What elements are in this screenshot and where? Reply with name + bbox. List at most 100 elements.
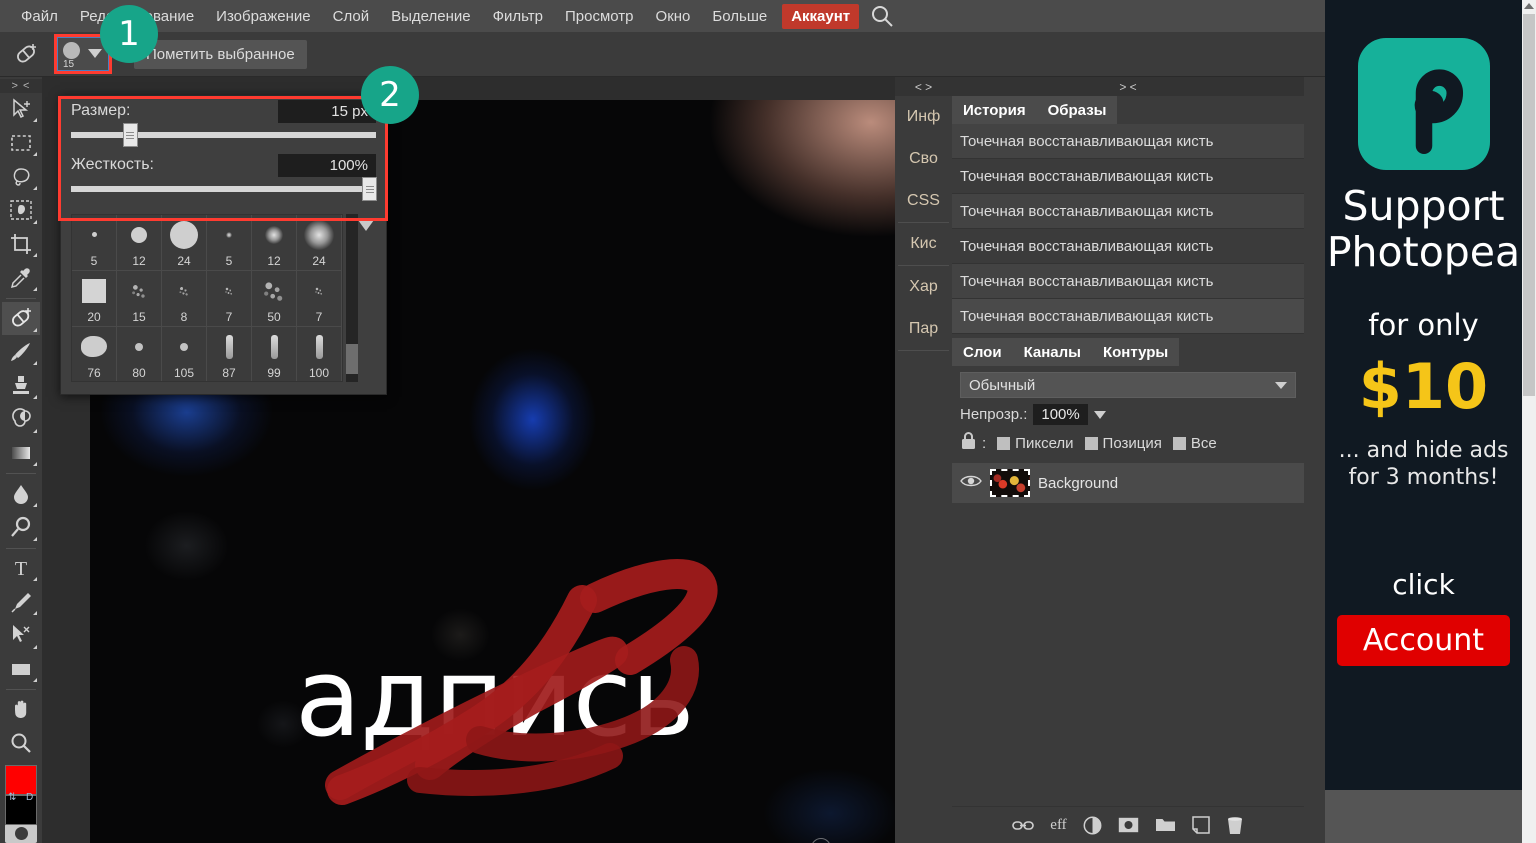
crop-tool[interactable] (2, 228, 40, 261)
new-group-icon[interactable] (1155, 817, 1176, 833)
default-colors-icon[interactable]: D (26, 792, 33, 803)
brush-preset-cell[interactable]: 50 (252, 271, 297, 327)
side-tab-css[interactable]: CSS (895, 180, 952, 222)
path-select-tool[interactable] (2, 619, 40, 652)
tab-patterns[interactable]: Образы (1036, 96, 1118, 124)
side-tab-info[interactable]: Инф (895, 96, 952, 138)
tab-channels[interactable]: Каналы (1012, 338, 1092, 366)
clone-stamp-tool[interactable] (2, 369, 40, 402)
history-item[interactable]: Точечная восстанавливающая кисть (952, 124, 1304, 159)
chevron-down-icon[interactable] (1275, 381, 1287, 389)
ad-panel[interactable]: Support Photopea for only $10 ... and hi… (1325, 0, 1522, 790)
page-scrollbar[interactable] (1522, 0, 1536, 843)
shape-tool[interactable] (2, 653, 40, 686)
side-dock-collapse[interactable]: < > (895, 77, 952, 96)
blur-tool[interactable] (2, 477, 40, 510)
menu-layer[interactable]: Слой (322, 4, 380, 29)
brush-preset-cell[interactable]: 105 (162, 327, 207, 381)
brush-preset-cell[interactable]: 99 (252, 327, 297, 381)
brush-popup-menu-icon[interactable] (358, 220, 374, 231)
tab-layers[interactable]: Слои (952, 338, 1013, 366)
opacity-value[interactable]: 100% (1033, 404, 1088, 425)
history-item[interactable]: Точечная восстанавливающая кисть (952, 229, 1304, 264)
quick-mask-icon[interactable] (5, 823, 37, 843)
history-item[interactable]: Точечная восстанавливающая кисть (952, 264, 1304, 299)
search-icon[interactable] (869, 3, 895, 29)
layer-mask-icon[interactable] (1118, 817, 1139, 833)
gradient-tool[interactable] (2, 437, 40, 470)
chevron-down-icon[interactable] (88, 49, 102, 58)
side-tab-character[interactable]: Хар (895, 266, 952, 308)
brush-preset-cell[interactable]: 7 (297, 271, 342, 327)
eraser-tool[interactable] (2, 403, 40, 436)
toolbar-collapse-handle[interactable]: > < (0, 79, 42, 93)
brush-presets-grid[interactable]: 5 12 24 5 12 24 20 15 8 7 50 7 76 80 105 87 99 100 (72, 215, 342, 381)
brush-size-slider-thumb[interactable] (122, 123, 138, 147)
rectangular-marquee-tool[interactable] (2, 126, 40, 159)
lasso-tool[interactable] (2, 160, 40, 193)
brush-preset-cell[interactable]: 80 (117, 327, 162, 381)
tab-paths[interactable]: Контуры (1091, 338, 1180, 366)
brush-preset-cell[interactable]: 24 (297, 215, 342, 271)
move-tool[interactable] (2, 93, 40, 126)
zoom-tool[interactable] (2, 727, 40, 760)
dodge-tool[interactable] (2, 511, 40, 544)
brush-preset-cell[interactable]: 8 (162, 271, 207, 327)
lock-all-checkbox[interactable]: Все (1172, 435, 1217, 452)
layer-thumbnail[interactable] (990, 469, 1030, 497)
object-select-tool[interactable] (2, 194, 40, 227)
brush-settings-popup[interactable]: Размер: 15 px Жесткость: 100% 5 12 24 5 12 24… (60, 95, 387, 395)
side-tab-brushes[interactable]: Кис (895, 223, 952, 265)
history-item[interactable]: Точечная восстанавливающая кисть (952, 299, 1304, 334)
ad-account-button[interactable]: Account (1336, 614, 1511, 666)
chevron-down-icon[interactable] (1093, 410, 1106, 419)
new-layer-icon[interactable] (1191, 816, 1210, 834)
brush-size-slider[interactable] (71, 123, 376, 147)
brush-hardness-slider-thumb[interactable] (362, 177, 378, 201)
hand-tool[interactable] (2, 693, 40, 726)
tab-history[interactable]: История (952, 96, 1037, 124)
menu-view[interactable]: Просмотр (554, 4, 645, 29)
layer-visibility-icon[interactable] (960, 473, 982, 494)
brush-preset-cell[interactable]: 15 (117, 271, 162, 327)
history-list[interactable]: Точечная восстанавливающая кисть Точечна… (952, 124, 1304, 334)
side-tab-properties[interactable]: Сво (895, 138, 952, 180)
brush-grid-scrollbar-thumb[interactable] (346, 344, 358, 374)
layer-name[interactable]: Background (1038, 475, 1118, 492)
adjustment-layer-icon[interactable] (1083, 816, 1102, 835)
brush-preset-cell[interactable]: 12 (252, 215, 297, 271)
brush-preset-cell[interactable]: 7 (207, 271, 252, 327)
scroll-up-arrow-icon[interactable] (1524, 3, 1534, 9)
lock-pixels-checkbox[interactable]: Пиксели (997, 435, 1074, 452)
history-item[interactable]: Точечная восстанавливающая кисть (952, 194, 1304, 229)
blend-mode-select[interactable]: Обычный (960, 372, 1296, 398)
brush-preset-cell[interactable]: 100 (297, 327, 342, 381)
side-tab-paragraph[interactable]: Пар (895, 308, 952, 350)
foreground-color-swatch[interactable] (5, 764, 37, 795)
menu-more[interactable]: Больше (701, 4, 778, 29)
mark-selected-button[interactable]: Пометить выбранное (134, 39, 307, 69)
page-scrollbar-thumb[interactable] (1523, 14, 1535, 396)
eyedropper-tool[interactable] (2, 261, 40, 294)
brush-preset-cell[interactable]: 12 (117, 215, 162, 271)
menu-image[interactable]: Изображение (205, 4, 322, 29)
type-tool[interactable]: T (2, 551, 40, 584)
swap-colors-icon[interactable]: ⇅ (8, 792, 16, 803)
layer-row[interactable]: Background (952, 463, 1304, 503)
brush-hardness-slider[interactable] (71, 177, 378, 201)
brush-preset-cell[interactable]: 76 (72, 327, 117, 381)
account-button[interactable]: Аккаунт (782, 3, 860, 29)
checkbox-icon[interactable] (1172, 436, 1186, 450)
menu-filter[interactable]: Фильтр (482, 4, 554, 29)
brush-preset-cell[interactable]: 5 (207, 215, 252, 271)
checkbox-icon[interactable] (997, 436, 1011, 450)
brush-hardness-value[interactable]: 100% (278, 153, 376, 177)
menu-select[interactable]: Выделение (380, 4, 481, 29)
brush-presets-grid-wrapper[interactable]: 5 12 24 5 12 24 20 15 8 7 50 7 76 80 105 87 99 100 (71, 214, 343, 382)
brush-preset-cell[interactable]: 24 (162, 215, 207, 271)
brush-preset-cell[interactable]: 20 (72, 271, 117, 327)
history-item[interactable]: Точечная восстанавливающая кисть (952, 159, 1304, 194)
menu-window[interactable]: Окно (645, 4, 702, 29)
delete-layer-icon[interactable] (1226, 816, 1244, 835)
layer-list[interactable]: Background (952, 463, 1304, 753)
